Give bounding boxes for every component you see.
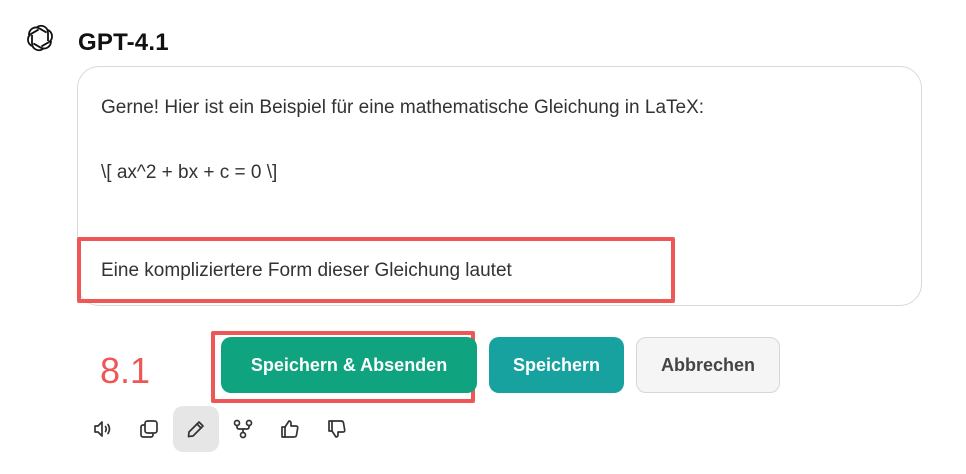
thumbs-up-icon[interactable]	[267, 406, 313, 452]
message-line-1: Gerne! Hier ist ein Beispiel für eine ma…	[101, 97, 705, 118]
model-name: GPT-4.1	[78, 29, 169, 56]
copy-icon[interactable]	[126, 406, 172, 452]
save-button[interactable]: Speichern	[489, 337, 624, 393]
save-and-send-button[interactable]: Speichern & Absenden	[221, 337, 477, 393]
thumbs-down-icon[interactable]	[314, 406, 360, 452]
message-line-2: \[ ax^2 + bx + c = 0 \]	[101, 162, 278, 183]
pencil-icon[interactable]	[173, 406, 219, 452]
branch-icon[interactable]	[220, 406, 266, 452]
step-label: 8.1	[100, 350, 151, 391]
cancel-button[interactable]: Abbrechen	[636, 337, 780, 393]
speaker-icon[interactable]	[80, 406, 126, 452]
openai-logo-icon	[24, 22, 56, 54]
highlight-box-text	[77, 237, 675, 303]
